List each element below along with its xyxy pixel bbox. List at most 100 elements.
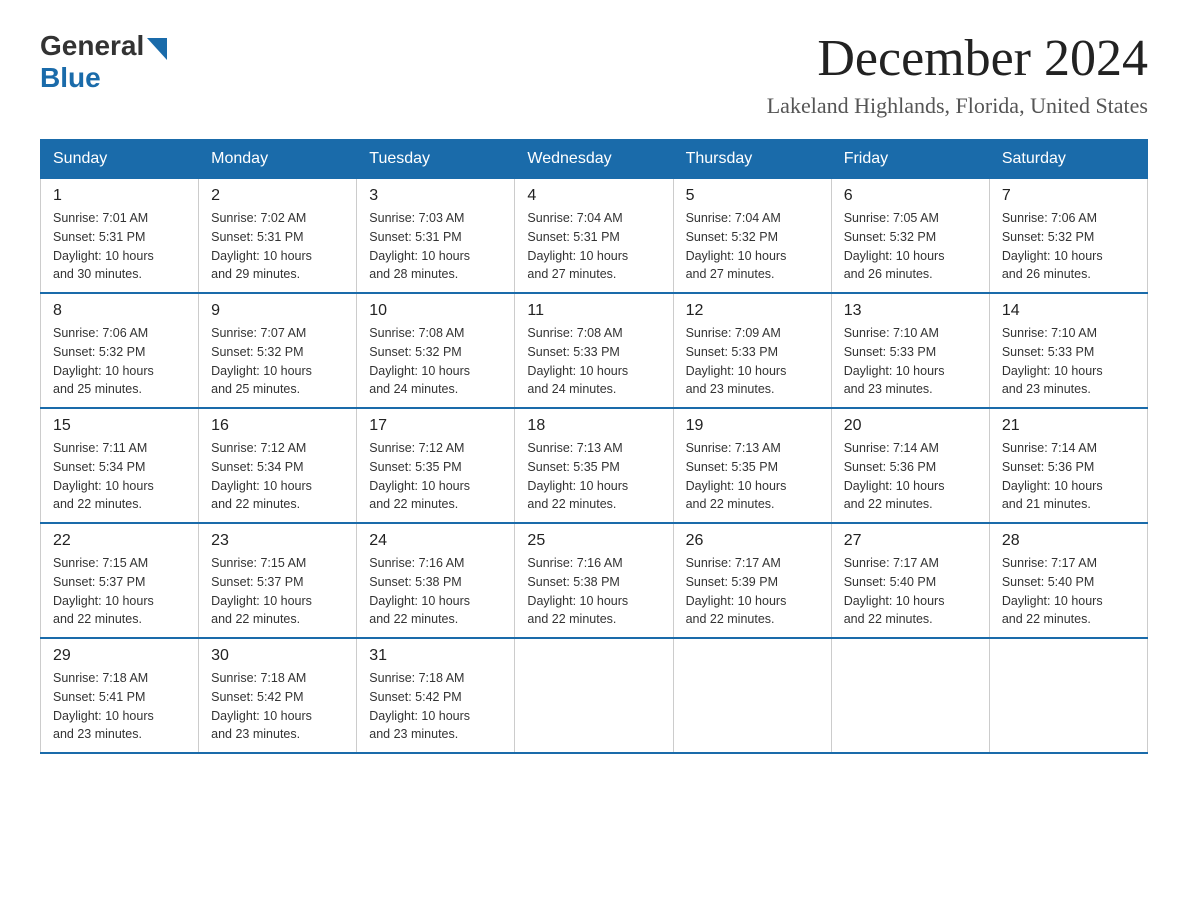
calendar-cell: 29 Sunrise: 7:18 AMSunset: 5:41 PMDaylig…: [41, 638, 199, 753]
day-number: 11: [527, 302, 660, 320]
calendar-cell: 13 Sunrise: 7:10 AMSunset: 5:33 PMDaylig…: [831, 293, 989, 408]
col-tuesday: Tuesday: [357, 140, 515, 179]
calendar-cell: 23 Sunrise: 7:15 AMSunset: 5:37 PMDaylig…: [199, 523, 357, 638]
calendar-cell: 1 Sunrise: 7:01 AMSunset: 5:31 PMDayligh…: [41, 179, 199, 294]
col-saturday: Saturday: [989, 140, 1147, 179]
logo-arrow-icon: [147, 38, 167, 60]
calendar-cell: 6 Sunrise: 7:05 AMSunset: 5:32 PMDayligh…: [831, 179, 989, 294]
calendar-subtitle: Lakeland Highlands, Florida, United Stat…: [767, 93, 1148, 119]
header-row: Sunday Monday Tuesday Wednesday Thursday…: [41, 140, 1148, 179]
calendar-cell: 9 Sunrise: 7:07 AMSunset: 5:32 PMDayligh…: [199, 293, 357, 408]
day-number: 2: [211, 187, 344, 205]
calendar-cell: 25 Sunrise: 7:16 AMSunset: 5:38 PMDaylig…: [515, 523, 673, 638]
day-info: Sunrise: 7:08 AMSunset: 5:32 PMDaylight:…: [369, 326, 470, 396]
calendar-cell: 16 Sunrise: 7:12 AMSunset: 5:34 PMDaylig…: [199, 408, 357, 523]
calendar-cell: 5 Sunrise: 7:04 AMSunset: 5:32 PMDayligh…: [673, 179, 831, 294]
week-row-1: 1 Sunrise: 7:01 AMSunset: 5:31 PMDayligh…: [41, 179, 1148, 294]
day-info: Sunrise: 7:03 AMSunset: 5:31 PMDaylight:…: [369, 211, 470, 281]
day-number: 3: [369, 187, 502, 205]
day-number: 28: [1002, 532, 1135, 550]
day-number: 26: [686, 532, 819, 550]
day-info: Sunrise: 7:04 AMSunset: 5:32 PMDaylight:…: [686, 211, 787, 281]
week-row-5: 29 Sunrise: 7:18 AMSunset: 5:41 PMDaylig…: [41, 638, 1148, 753]
page-container: General Blue December 2024 Lakeland High…: [40, 30, 1148, 754]
day-info: Sunrise: 7:10 AMSunset: 5:33 PMDaylight:…: [1002, 326, 1103, 396]
day-number: 12: [686, 302, 819, 320]
day-info: Sunrise: 7:16 AMSunset: 5:38 PMDaylight:…: [527, 556, 628, 626]
day-info: Sunrise: 7:07 AMSunset: 5:32 PMDaylight:…: [211, 326, 312, 396]
calendar-cell: [989, 638, 1147, 753]
day-info: Sunrise: 7:17 AMSunset: 5:40 PMDaylight:…: [844, 556, 945, 626]
day-info: Sunrise: 7:18 AMSunset: 5:42 PMDaylight:…: [211, 671, 312, 741]
day-info: Sunrise: 7:12 AMSunset: 5:35 PMDaylight:…: [369, 441, 470, 511]
day-info: Sunrise: 7:08 AMSunset: 5:33 PMDaylight:…: [527, 326, 628, 396]
title-area: December 2024 Lakeland Highlands, Florid…: [767, 30, 1148, 119]
day-info: Sunrise: 7:17 AMSunset: 5:40 PMDaylight:…: [1002, 556, 1103, 626]
week-row-3: 15 Sunrise: 7:11 AMSunset: 5:34 PMDaylig…: [41, 408, 1148, 523]
calendar-cell: 2 Sunrise: 7:02 AMSunset: 5:31 PMDayligh…: [199, 179, 357, 294]
calendar-cell: 11 Sunrise: 7:08 AMSunset: 5:33 PMDaylig…: [515, 293, 673, 408]
calendar-cell: 7 Sunrise: 7:06 AMSunset: 5:32 PMDayligh…: [989, 179, 1147, 294]
day-number: 6: [844, 187, 977, 205]
calendar-cell: 27 Sunrise: 7:17 AMSunset: 5:40 PMDaylig…: [831, 523, 989, 638]
col-wednesday: Wednesday: [515, 140, 673, 179]
calendar-cell: 14 Sunrise: 7:10 AMSunset: 5:33 PMDaylig…: [989, 293, 1147, 408]
day-number: 19: [686, 417, 819, 435]
day-number: 20: [844, 417, 977, 435]
day-number: 17: [369, 417, 502, 435]
day-info: Sunrise: 7:14 AMSunset: 5:36 PMDaylight:…: [1002, 441, 1103, 511]
day-number: 15: [53, 417, 186, 435]
day-info: Sunrise: 7:13 AMSunset: 5:35 PMDaylight:…: [527, 441, 628, 511]
logo-blue-text: Blue: [40, 62, 101, 94]
calendar-cell: 20 Sunrise: 7:14 AMSunset: 5:36 PMDaylig…: [831, 408, 989, 523]
calendar-cell: 22 Sunrise: 7:15 AMSunset: 5:37 PMDaylig…: [41, 523, 199, 638]
day-number: 24: [369, 532, 502, 550]
day-number: 13: [844, 302, 977, 320]
calendar-cell: [515, 638, 673, 753]
calendar-cell: 30 Sunrise: 7:18 AMSunset: 5:42 PMDaylig…: [199, 638, 357, 753]
day-info: Sunrise: 7:11 AMSunset: 5:34 PMDaylight:…: [53, 441, 154, 511]
day-info: Sunrise: 7:05 AMSunset: 5:32 PMDaylight:…: [844, 211, 945, 281]
col-thursday: Thursday: [673, 140, 831, 179]
day-number: 21: [1002, 417, 1135, 435]
calendar-cell: 4 Sunrise: 7:04 AMSunset: 5:31 PMDayligh…: [515, 179, 673, 294]
day-number: 10: [369, 302, 502, 320]
day-number: 7: [1002, 187, 1135, 205]
day-info: Sunrise: 7:14 AMSunset: 5:36 PMDaylight:…: [844, 441, 945, 511]
day-info: Sunrise: 7:06 AMSunset: 5:32 PMDaylight:…: [53, 326, 154, 396]
calendar-cell: [831, 638, 989, 753]
calendar-cell: [673, 638, 831, 753]
day-info: Sunrise: 7:18 AMSunset: 5:41 PMDaylight:…: [53, 671, 154, 741]
calendar-cell: 8 Sunrise: 7:06 AMSunset: 5:32 PMDayligh…: [41, 293, 199, 408]
day-number: 29: [53, 647, 186, 665]
logo-general-text: General: [40, 30, 144, 62]
col-monday: Monday: [199, 140, 357, 179]
week-row-4: 22 Sunrise: 7:15 AMSunset: 5:37 PMDaylig…: [41, 523, 1148, 638]
day-number: 14: [1002, 302, 1135, 320]
calendar-cell: 3 Sunrise: 7:03 AMSunset: 5:31 PMDayligh…: [357, 179, 515, 294]
calendar-cell: 17 Sunrise: 7:12 AMSunset: 5:35 PMDaylig…: [357, 408, 515, 523]
calendar-cell: 28 Sunrise: 7:17 AMSunset: 5:40 PMDaylig…: [989, 523, 1147, 638]
calendar-cell: 12 Sunrise: 7:09 AMSunset: 5:33 PMDaylig…: [673, 293, 831, 408]
day-number: 27: [844, 532, 977, 550]
day-info: Sunrise: 7:10 AMSunset: 5:33 PMDaylight:…: [844, 326, 945, 396]
calendar-cell: 31 Sunrise: 7:18 AMSunset: 5:42 PMDaylig…: [357, 638, 515, 753]
day-number: 4: [527, 187, 660, 205]
day-number: 18: [527, 417, 660, 435]
day-number: 8: [53, 302, 186, 320]
header: General Blue December 2024 Lakeland High…: [40, 30, 1148, 119]
calendar-cell: 18 Sunrise: 7:13 AMSunset: 5:35 PMDaylig…: [515, 408, 673, 523]
calendar-table: Sunday Monday Tuesday Wednesday Thursday…: [40, 139, 1148, 754]
day-info: Sunrise: 7:13 AMSunset: 5:35 PMDaylight:…: [686, 441, 787, 511]
calendar-title: December 2024: [767, 30, 1148, 87]
calendar-cell: 15 Sunrise: 7:11 AMSunset: 5:34 PMDaylig…: [41, 408, 199, 523]
day-number: 16: [211, 417, 344, 435]
day-info: Sunrise: 7:17 AMSunset: 5:39 PMDaylight:…: [686, 556, 787, 626]
day-number: 22: [53, 532, 186, 550]
day-number: 5: [686, 187, 819, 205]
day-info: Sunrise: 7:15 AMSunset: 5:37 PMDaylight:…: [53, 556, 154, 626]
logo: General Blue: [40, 30, 167, 94]
col-sunday: Sunday: [41, 140, 199, 179]
day-info: Sunrise: 7:04 AMSunset: 5:31 PMDaylight:…: [527, 211, 628, 281]
day-info: Sunrise: 7:09 AMSunset: 5:33 PMDaylight:…: [686, 326, 787, 396]
